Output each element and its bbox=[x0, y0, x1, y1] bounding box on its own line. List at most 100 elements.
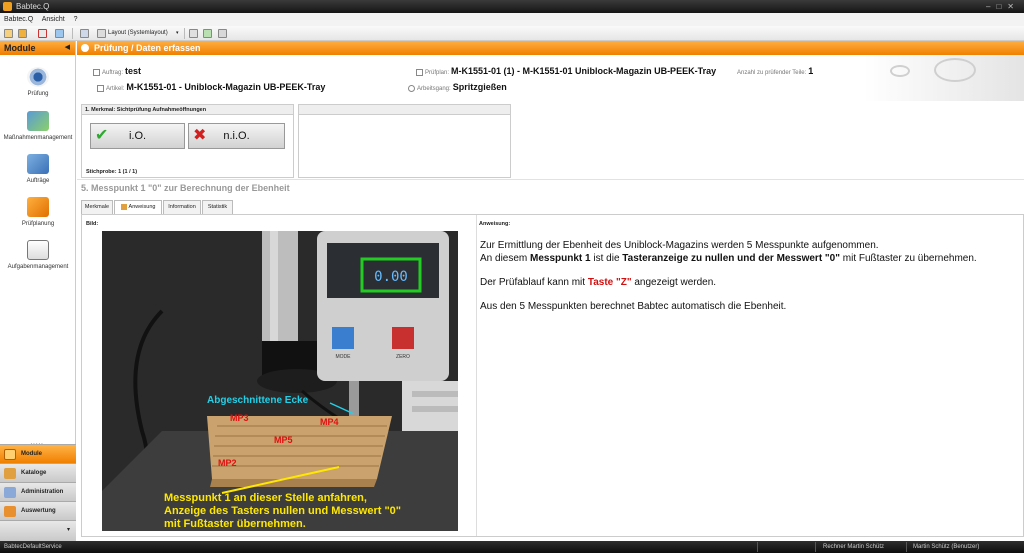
sidebar-item-pruefplanung[interactable]: Prüfplanung bbox=[0, 197, 76, 227]
menu-help[interactable]: ? bbox=[74, 16, 78, 23]
window-title: Babtec.Q bbox=[16, 2, 50, 11]
instruction-text: Zur Ermittlung der Ebenheit des Uniblock… bbox=[480, 239, 1000, 324]
main-area: Prüfung / Daten erfassen Auftrag: test Ar… bbox=[77, 41, 1024, 541]
chevron-down-icon[interactable]: ▾ bbox=[176, 26, 179, 41]
title-bar: Babtec.Q ‒□✕ bbox=[0, 0, 1024, 13]
layout-dropdown[interactable]: Layout (Systemlayout) bbox=[108, 26, 168, 41]
key-hint: Taste "Z" bbox=[587, 277, 632, 288]
bild-label: Bild: bbox=[86, 221, 99, 227]
toolbar-separator bbox=[72, 28, 73, 39]
header-decoration bbox=[864, 55, 1024, 101]
photo-illustration: 0.00 MODE ZERO Abgeschnittene Ecke MP3 M… bbox=[102, 231, 458, 531]
content-splitter[interactable] bbox=[476, 215, 477, 536]
edit-icon[interactable] bbox=[203, 29, 212, 38]
status-user: Martin Schütz (Benutzer) bbox=[913, 544, 980, 550]
ok-button-label: i.O. bbox=[128, 130, 147, 142]
instruction-emphasis: Messpunkt 1 bbox=[530, 253, 591, 264]
divider bbox=[77, 179, 1024, 180]
eye-icon bbox=[27, 67, 49, 87]
category-kataloge[interactable]: Kataloge bbox=[0, 463, 76, 482]
orders-icon bbox=[27, 154, 49, 174]
category-auswertung[interactable]: Auswertung bbox=[0, 501, 76, 520]
instruction-photo: 0.00 MODE ZERO Abgeschnittene Ecke MP3 M… bbox=[102, 231, 458, 531]
tab-information[interactable]: Information bbox=[163, 200, 201, 214]
merkmal-panel: 1. Merkmal: Sichtprüfung Aufnahmeöffnung… bbox=[81, 104, 294, 178]
report-icon bbox=[4, 506, 16, 517]
display-readout: 0.00 bbox=[374, 269, 408, 285]
back-arrow-icon[interactable] bbox=[55, 29, 64, 38]
instruction-paragraph: Aus den 5 Messpunkten berechnet Babtec a… bbox=[480, 300, 1000, 313]
field-label: Arbeitsgang: bbox=[417, 86, 451, 92]
chevron-down-icon[interactable]: ▾ bbox=[67, 521, 70, 540]
sidebar-item-label: Prüfung bbox=[27, 91, 49, 97]
folder-icon[interactable] bbox=[18, 29, 27, 38]
field-value: M-K1551-01 - Uniblock-Magazin UB-PEEK-Tr… bbox=[126, 82, 326, 92]
category-overflow[interactable]: ▾ bbox=[0, 520, 76, 541]
tab-anweisung[interactable]: Anweisung bbox=[114, 200, 162, 215]
category-administration[interactable]: Administration bbox=[0, 482, 76, 501]
info-panel: Auftrag: test Artikel: M-K1551-01 - Uniblo… bbox=[77, 55, 1024, 101]
tab-label: Information bbox=[168, 204, 196, 210]
window-controls[interactable]: ‒□✕ bbox=[986, 0, 1020, 13]
sidebar: Module ◀ Prüfung Maßnahmenmanagement Auf… bbox=[0, 41, 76, 541]
ok-button[interactable]: ✔ i.O. bbox=[90, 123, 185, 149]
sidebar-item-aufgaben[interactable]: Aufgabenmanagement bbox=[0, 240, 76, 270]
field-artikel: Artikel: M-K1551-01 - Uniblock-Magazin UB… bbox=[97, 82, 325, 92]
collapse-icon[interactable]: ◀ bbox=[65, 41, 70, 55]
instruction-line: Zur Ermittlung der Ebenheit des Uniblock… bbox=[480, 240, 879, 251]
menu-bar: Babtec.Q Ansicht ? bbox=[0, 13, 1024, 26]
section-title: 5. Messpunkt 1 "0" zur Berechnung der Eb… bbox=[81, 183, 290, 193]
chart-icon bbox=[27, 111, 49, 131]
sidebar-item-label: Prüfplanung bbox=[21, 221, 55, 227]
sidebar-item-auftraege[interactable]: Aufträge bbox=[0, 154, 76, 184]
nok-button-label: n.i.O. bbox=[223, 130, 250, 142]
menu-babtec[interactable]: Babtec.Q bbox=[4, 16, 33, 23]
tab-label: Anweisung bbox=[128, 204, 156, 210]
category-label: Kataloge bbox=[21, 470, 47, 476]
box-icon bbox=[27, 197, 49, 217]
new-icon[interactable] bbox=[4, 29, 13, 38]
category-module[interactable]: Module bbox=[0, 444, 76, 463]
cross-icon: ✖ bbox=[193, 127, 207, 144]
nok-button[interactable]: ✖ n.i.O. bbox=[188, 123, 285, 149]
instruction-paragraph: Zur Ermittlung der Ebenheit des Uniblock… bbox=[480, 239, 1000, 265]
field-auftrag: Auftrag: test bbox=[93, 66, 141, 76]
field-label: Anzahl zu prüfender Teile: bbox=[737, 70, 807, 76]
tab-label: Merkmale bbox=[84, 204, 110, 210]
layout-icon[interactable] bbox=[97, 29, 106, 38]
home-icon[interactable] bbox=[38, 29, 47, 38]
grid-icon[interactable] bbox=[80, 29, 89, 38]
sidebar-item-label: Aufträge bbox=[26, 178, 50, 184]
tab-statistik[interactable]: Statistik bbox=[202, 200, 233, 214]
mp3-label: MP3 bbox=[230, 413, 249, 423]
instruction-text-part: mit Fußtaster zu übernehmen. bbox=[839, 253, 977, 264]
status-computer: Rechner Martin Schütz bbox=[823, 544, 885, 550]
category-label: Module bbox=[21, 451, 42, 457]
side-panel bbox=[298, 104, 511, 178]
field-value: M-K1551-01 (1) - M-K1551-01 Uniblock-Mag… bbox=[451, 66, 717, 76]
eye-icon bbox=[890, 65, 910, 77]
status-service: BabtecDefaultService bbox=[4, 544, 62, 550]
instruction-text-part: ist die bbox=[590, 253, 623, 264]
mp4-label: MP4 bbox=[320, 417, 339, 427]
tab-merkmale[interactable]: Merkmale bbox=[81, 200, 113, 214]
menu-ansicht[interactable]: Ansicht bbox=[42, 16, 65, 23]
tab-content: Bild: Anweisung: 0.00 MODE ZERO Abgeschn… bbox=[81, 214, 1024, 537]
toolbar-separator bbox=[184, 28, 185, 39]
corner-label: Abgeschnittene Ecke bbox=[207, 395, 309, 406]
instruction-text-part: An diesem bbox=[480, 253, 531, 264]
sidebar-item-pruefung[interactable]: Prüfung bbox=[0, 67, 76, 97]
field-value: 1 bbox=[808, 66, 814, 76]
field-value: test bbox=[125, 66, 142, 76]
gear-icon bbox=[408, 84, 415, 92]
sidebar-item-massnahmen[interactable]: Maßnahmenmanagement bbox=[0, 111, 76, 141]
users-icon bbox=[4, 487, 16, 498]
tab-label: Statistik bbox=[207, 204, 228, 210]
print-icon[interactable] bbox=[218, 29, 227, 38]
field-pruefplan: Prüfplan: M-K1551-01 (1) - M-K1551-01 Uni… bbox=[416, 66, 716, 76]
module-icon bbox=[4, 449, 16, 460]
zero-label: ZERO bbox=[396, 354, 410, 360]
caption-line2: Anzeige des Tasters nullen und Messwert … bbox=[164, 505, 401, 517]
caption-line1: Messpunkt 1 an dieser Stelle anfahren, bbox=[164, 492, 367, 504]
save-icon[interactable] bbox=[189, 29, 198, 38]
